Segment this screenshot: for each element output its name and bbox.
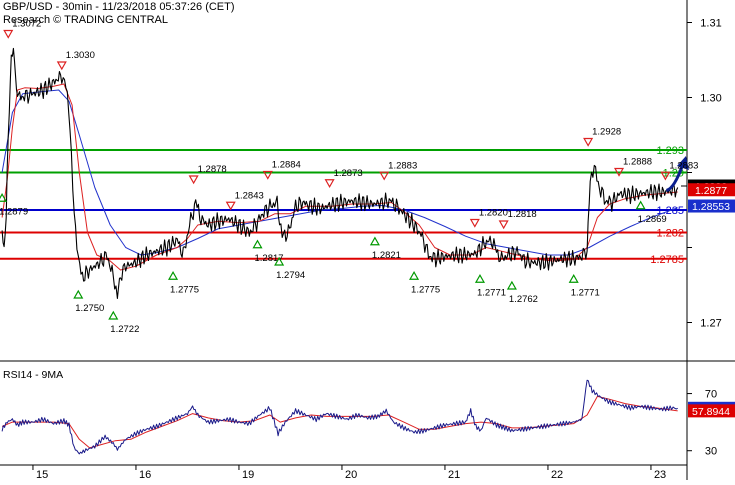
rsi-tick-label: 70 bbox=[705, 389, 717, 401]
level-label: 1.293 bbox=[656, 145, 684, 157]
time-tick-label: 22 bbox=[551, 469, 563, 480]
swing-high-label: 1.2928 bbox=[592, 127, 621, 138]
swing-low-marker bbox=[474, 274, 486, 283]
swing-high-marker bbox=[469, 218, 480, 228]
swing-high-marker bbox=[498, 220, 509, 230]
swing-high-label: 1.2818 bbox=[508, 209, 537, 220]
swing-high-marker bbox=[324, 179, 335, 188]
swing-high-marker bbox=[3, 29, 14, 39]
level-label: 1.282 bbox=[656, 228, 684, 240]
swing-high-label: 1.2873 bbox=[334, 168, 363, 179]
swing-low-marker bbox=[635, 200, 646, 210]
swing-high-label: 1.2884 bbox=[272, 160, 301, 171]
swing-low-label: 1.2771 bbox=[477, 287, 506, 298]
swing-high-label: 1.2820 bbox=[479, 208, 508, 219]
swing-low-label: 1.2762 bbox=[509, 294, 538, 305]
price-tick-label: 1.27 bbox=[700, 318, 721, 330]
time-tick-label: 19 bbox=[242, 469, 254, 480]
swing-low-marker bbox=[73, 289, 84, 299]
rsi-ma-line bbox=[1, 395, 678, 449]
swing-low-label: 1.2771 bbox=[571, 287, 600, 298]
rsi-tick-label: 30 bbox=[705, 446, 717, 458]
time-tick-label: 15 bbox=[36, 469, 48, 480]
swing-low-marker bbox=[409, 271, 420, 280]
swing-high-marker bbox=[583, 137, 594, 147]
swing-high-label: 1.2843 bbox=[235, 190, 264, 201]
swing-low-label: 1.2794 bbox=[276, 270, 305, 281]
chart-root: 1.27 1.30 1.31 1.293 1.29 1.285 1.282 1.2785 1.3… bbox=[0, 0, 735, 481]
price-tick-label: 1.30 bbox=[700, 93, 721, 105]
price-badge-label: 1.2877 bbox=[695, 185, 727, 197]
swing-high-marker bbox=[188, 175, 199, 185]
swing-low-label: 1.2775 bbox=[170, 284, 199, 295]
rsi-line bbox=[1, 379, 678, 455]
swing-low-label: 1.2775 bbox=[411, 284, 440, 295]
rsi-panel-title: RSI14 - 9MA bbox=[3, 369, 63, 381]
swing-high-marker bbox=[56, 61, 67, 71]
swing-high-marker bbox=[225, 201, 236, 211]
swing-high-label: 1.3030 bbox=[66, 50, 95, 61]
level-label: 1.2785 bbox=[650, 254, 684, 266]
rsi-badge-label: 57.8944 bbox=[692, 406, 730, 418]
swing-low-marker bbox=[108, 310, 119, 320]
price-tick-label: 1.31 bbox=[700, 18, 721, 30]
time-tick-label: 21 bbox=[448, 469, 460, 480]
time-tick-label: 20 bbox=[345, 469, 357, 480]
swing-low-label: 1.2821 bbox=[372, 250, 401, 261]
swing-high-label: 1.2883 bbox=[669, 160, 698, 171]
swing-high-label: 1.2888 bbox=[623, 157, 652, 168]
swing-low-marker bbox=[252, 239, 263, 249]
swing-low-label: 1.2869 bbox=[638, 214, 667, 225]
price-badge-label: 1.28553 bbox=[692, 201, 730, 213]
chart-header-title: GBP/USD - 30min - 11/23/2018 05:37:26 (C… bbox=[3, 1, 235, 13]
swing-low-marker bbox=[168, 271, 179, 280]
chart-header-credit: Research © TRADING CENTRAL bbox=[3, 14, 168, 26]
time-tick-label: 16 bbox=[139, 469, 151, 480]
swing-low-marker bbox=[369, 236, 380, 246]
swing-high-label: 1.2883 bbox=[388, 160, 417, 171]
swing-low-label: 1.2750 bbox=[75, 303, 104, 314]
chart-canvas: 1.271.301.311.2931.291.2851.2821.27851.3… bbox=[0, 0, 735, 481]
time-tick-label: 23 bbox=[654, 469, 666, 480]
swing-low-label: 1.2879 bbox=[0, 206, 28, 217]
swing-low-marker bbox=[506, 280, 517, 290]
swing-low-marker bbox=[568, 274, 579, 283]
swing-high-label: 1.2878 bbox=[198, 164, 227, 175]
swing-low-label: 1.2722 bbox=[110, 324, 139, 335]
